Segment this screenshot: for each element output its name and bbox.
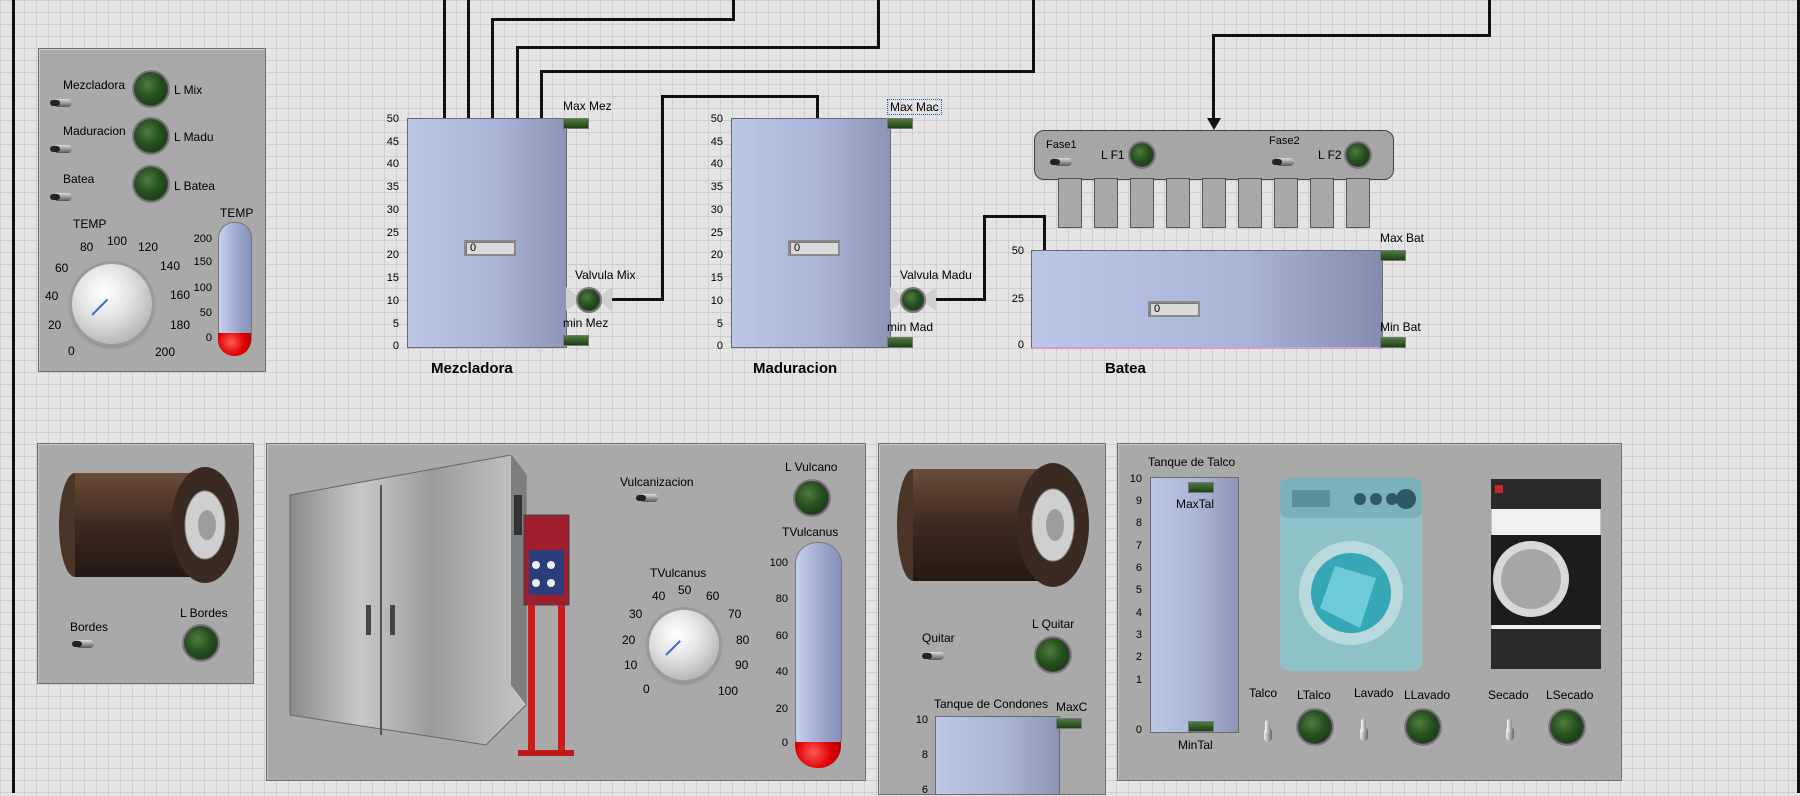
maduracion-title: Maduracion <box>753 360 838 377</box>
mezcladora-max-label: Max Mez <box>563 99 612 113</box>
mezcladora-min-label: min Mez <box>563 316 609 330</box>
switch-label-secado: Secado <box>1488 688 1529 702</box>
mezcladora-max-indicator <box>563 118 589 129</box>
led-label-f2: L F2 <box>1318 148 1342 162</box>
led-bordes <box>182 624 220 662</box>
switch-label-vulcanizacion: Vulcanizacion <box>620 475 694 489</box>
led-label-f1: L F1 <box>1101 148 1125 162</box>
maduracion-max-label: Max Mac <box>887 99 942 115</box>
led-secado <box>1548 708 1586 746</box>
switch-talco[interactable] <box>1262 720 1274 746</box>
led-label-bordes: L Bordes <box>180 606 228 620</box>
switch-lavado[interactable] <box>1358 719 1370 745</box>
tank-maduracion <box>731 118 891 348</box>
maduracion-min-label: min Mad <box>887 320 934 334</box>
brush-roller-image <box>55 460 240 590</box>
maduracion-min-indicator <box>887 337 913 348</box>
switch-mezcladora[interactable] <box>50 97 72 109</box>
led-label-vulcano: L Vulcano <box>785 460 838 474</box>
talco-min-label: MinTal <box>1178 738 1213 752</box>
switch-batea[interactable] <box>50 191 72 203</box>
switch-maduracion[interactable] <box>50 143 72 155</box>
tanque-condones-label: Tanque de Condones <box>934 697 1049 711</box>
led-batea <box>132 165 170 203</box>
condones-max-label: MaxC <box>1056 700 1088 714</box>
led-f2 <box>1344 141 1372 169</box>
valve-mix[interactable] <box>566 287 612 313</box>
batea-title: Batea <box>1105 360 1146 377</box>
brush-roller-image-2 <box>893 455 1093 595</box>
temp-therm-label: TEMP <box>220 206 254 220</box>
batea-min-indicator <box>1380 337 1406 348</box>
switch-bordes[interactable] <box>72 638 94 650</box>
led-lavado <box>1404 708 1442 746</box>
batea-min-label: Min Bat <box>1380 320 1421 334</box>
valve-madu[interactable] <box>890 287 936 313</box>
led-label-secado: LSecado <box>1546 688 1594 702</box>
led-label-lavado: LLavado <box>1404 688 1451 702</box>
tvulcanus-knob[interactable] <box>649 610 719 680</box>
switch-label-batea: Batea <box>63 172 95 186</box>
oven-image <box>286 454 592 760</box>
led-vulcano <box>793 479 831 517</box>
led-label-quitar: L Quitar <box>1032 617 1075 631</box>
valve-mix-label: Valvula Mix <box>575 268 636 282</box>
switch-fase1[interactable] <box>1050 156 1072 168</box>
tvulcanus-knob-label: TVulcanus <box>650 566 707 580</box>
switch-label-lavado: Lavado <box>1354 686 1394 700</box>
vi-border-left <box>12 0 15 793</box>
switch-label-quitar: Quitar <box>922 631 955 645</box>
led-label-talco: LTalco <box>1297 688 1331 702</box>
switch-label-mezcladora: Mezcladora <box>63 78 126 92</box>
led-f1 <box>1128 141 1156 169</box>
batea-max-label: Max Bat <box>1380 231 1425 245</box>
led-label-mix: L Mix <box>174 83 203 97</box>
fase2-label: Fase2 <box>1269 135 1300 147</box>
talco-max-indicator <box>1188 482 1214 493</box>
dryer-image <box>1490 478 1602 670</box>
tank-mezcladora <box>407 118 567 348</box>
led-talco <box>1296 708 1334 746</box>
mezcladora-min-indicator <box>563 335 589 346</box>
mezcladora-title: Mezcladora <box>431 360 513 377</box>
tank-condones <box>935 716 1060 795</box>
talco-min-indicator <box>1188 721 1214 732</box>
switch-label-maduracion: Maduracion <box>63 124 126 138</box>
tanque-talco-label: Tanque de Talco <box>1148 455 1236 469</box>
switch-label-bordes: Bordes <box>70 620 109 634</box>
temp-knob-label: TEMP <box>73 217 107 231</box>
tvulcanus-thermometer <box>795 542 842 759</box>
condones-max-indicator <box>1056 718 1082 729</box>
switch-quitar[interactable] <box>922 650 944 662</box>
led-label-madu: L Madu <box>174 130 214 144</box>
led-quitar <box>1034 636 1072 674</box>
temp-knob[interactable] <box>72 264 152 344</box>
batea-max-indicator <box>1380 250 1406 261</box>
maduracion-max-indicator <box>887 118 913 129</box>
led-label-batea: L Batea <box>174 179 215 193</box>
maduracion-value[interactable]: 0 <box>788 240 840 256</box>
fase1-label: Fase1 <box>1046 139 1077 151</box>
tank-batea <box>1031 250 1383 349</box>
batea-value[interactable]: 0 <box>1148 301 1200 317</box>
switch-label-talco: Talco <box>1249 686 1278 700</box>
switch-fase2[interactable] <box>1272 156 1294 168</box>
valve-madu-label: Valvula Madu <box>900 268 972 282</box>
switch-vulcanizacion[interactable] <box>636 492 658 504</box>
tvulcanus-therm-label: TVulcanus <box>782 525 839 539</box>
switch-secado[interactable] <box>1504 719 1516 745</box>
talco-max-label: MaxTal <box>1176 497 1215 511</box>
tank-talco <box>1150 477 1239 733</box>
mezcladora-value[interactable]: 0 <box>464 240 516 256</box>
led-mix <box>132 70 170 108</box>
led-madu <box>132 117 170 155</box>
washer-image <box>1280 478 1422 671</box>
